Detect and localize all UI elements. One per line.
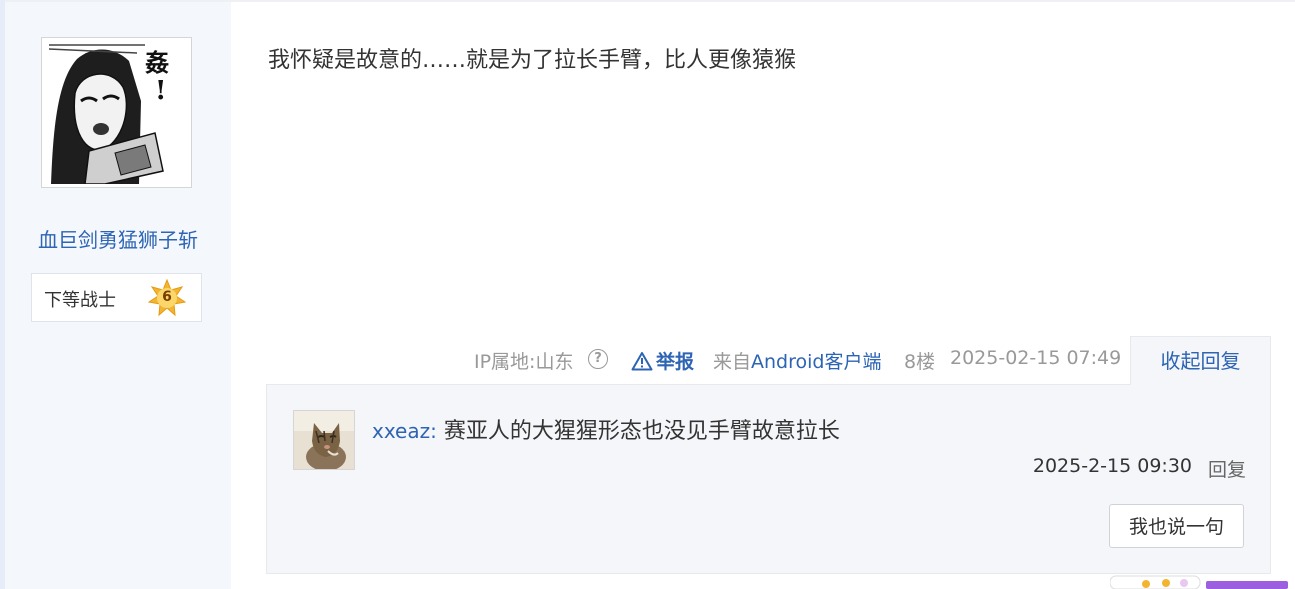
reply-link[interactable]: 回复 xyxy=(1208,455,1246,482)
reply-separator: : xyxy=(430,419,437,443)
reply-line: xxeaz: 赛亚人的大猩猩形态也没见手臂故意拉长 xyxy=(372,413,840,445)
reply-content: 赛亚人的大猩猩形态也没见手臂故意拉长 xyxy=(436,419,840,444)
ip-location: IP属地:山东 xyxy=(474,351,574,373)
author-avatar[interactable]: 姦 ! xyxy=(41,37,192,188)
post-timestamp: 2025-02-15 07:49 xyxy=(950,347,1122,369)
client-link[interactable]: Android客户端 xyxy=(751,351,881,373)
question-circle-icon[interactable]: ? xyxy=(588,349,608,369)
floor-number: 8楼 xyxy=(904,351,936,373)
star-badge-icon: 6 xyxy=(148,279,186,317)
rank-badge-box[interactable]: 下等战士 6 xyxy=(31,273,202,322)
reply-section: xxeaz: 赛亚人的大猩猩形态也没见手臂故意拉长 2025-2-15 09:3… xyxy=(266,384,1271,574)
post-content: 我怀疑是故意的……就是为了拉长手臂，比人更像猿猴 xyxy=(268,48,797,73)
collapse-replies-button[interactable]: 收起回复 xyxy=(1130,336,1271,385)
client-source: 来自Android客户端 xyxy=(713,347,881,374)
rank-level: 6 xyxy=(162,289,172,305)
reply-username[interactable]: xxeaz xyxy=(372,419,430,443)
floating-widget-edge xyxy=(1110,574,1295,589)
cat-photo-image xyxy=(294,411,354,469)
svg-text:姦: 姦 xyxy=(145,48,169,77)
warning-triangle-icon xyxy=(631,352,653,371)
reply-timestamp: 2025-2-15 09:30 xyxy=(1032,455,1192,477)
rank-title: 下等战士 xyxy=(44,290,116,311)
from-prefix: 来自 xyxy=(713,351,752,373)
author-sidebar: 姦 ! 血巨剑勇猛狮子斩 下等战士 6 xyxy=(5,2,231,589)
author-username[interactable]: 血巨剑勇猛狮子斩 xyxy=(5,224,231,253)
svg-text:!: ! xyxy=(155,76,166,106)
report-link[interactable]: 举报 xyxy=(631,347,694,374)
say-one-button[interactable]: 我也说一句 xyxy=(1109,504,1244,548)
manga-portrait-image: 姦 ! xyxy=(45,41,188,184)
reply-user-avatar[interactable] xyxy=(293,410,355,470)
report-label: 举报 xyxy=(656,351,695,373)
